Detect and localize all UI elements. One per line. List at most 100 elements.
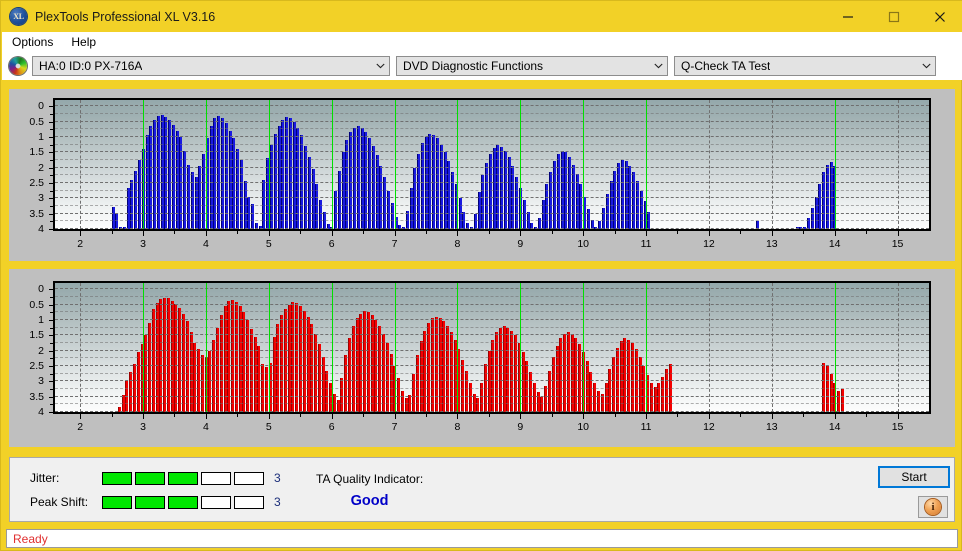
start-button[interactable]: Start (878, 466, 950, 488)
chart-marker-line (143, 283, 145, 412)
chart-bar (129, 372, 133, 412)
chart-bar (485, 162, 489, 229)
chart-bar (251, 204, 255, 229)
chart-bar (253, 336, 257, 412)
x-axis-tick (143, 414, 145, 419)
chart-marker-line (268, 283, 270, 412)
x-axis-tick-label: 15 (891, 421, 904, 433)
close-icon[interactable] (917, 1, 962, 32)
chart-bar (144, 335, 148, 412)
grid-line-horizontal-minor (55, 204, 929, 206)
y-axis-tick-label: 4 (38, 406, 44, 418)
x-axis-tick-label: 5 (265, 421, 272, 433)
x-axis-tick-minor (677, 414, 679, 417)
x-axis-tick (268, 231, 270, 236)
x-axis-tick-minor (237, 231, 239, 234)
meter-segment (201, 471, 231, 485)
chart-bar (491, 339, 495, 412)
chart-bar (579, 184, 583, 229)
drive-select[interactable]: HA:0 ID:0 PX-716A (32, 56, 390, 76)
grid-line-horizontal (55, 212, 929, 214)
grid-line-horizontal-minor (55, 128, 929, 130)
jitter-meter-row: Jitter: 3 (30, 471, 281, 485)
chart-marker-line (331, 283, 333, 412)
x-axis-tick (143, 231, 145, 236)
chart-bar (417, 153, 421, 229)
function-select-value: DVD Diagnostic Functions (403, 59, 544, 73)
grid-line-horizontal-minor (55, 372, 929, 374)
x-axis-tick-minor (174, 414, 176, 417)
chart-bar (364, 132, 368, 229)
chart-bar (443, 152, 447, 229)
chart-bar (215, 327, 219, 412)
chart-bar (514, 335, 517, 412)
meter-segment (135, 471, 165, 485)
grid-line-horizontal (55, 364, 929, 366)
chart-bar (202, 153, 206, 229)
x-axis-tick (331, 231, 333, 236)
chart-bar (602, 207, 606, 229)
grid-line-horizontal (55, 303, 929, 305)
peak-shift-meter (102, 495, 267, 509)
jitter-chart-bars (55, 100, 929, 229)
info-icon: i (925, 499, 941, 515)
meter-segment (234, 471, 264, 485)
x-axis-tick (80, 231, 82, 236)
chart-bar (325, 370, 329, 412)
chart-bar (420, 143, 424, 229)
chart-bar (627, 339, 631, 412)
chart-bar (193, 342, 197, 412)
y-axis-tick-label: 2 (38, 344, 44, 357)
maximize-icon[interactable] (871, 1, 917, 32)
x-axis-tick (771, 414, 773, 419)
chart-bar (126, 187, 130, 229)
x-axis-tick-minor (111, 231, 113, 234)
menu-item-help[interactable]: Help (63, 33, 104, 51)
x-axis-tick-label: 14 (828, 238, 841, 250)
x-axis-tick (583, 414, 585, 419)
chart-bar (378, 326, 382, 412)
minimize-icon[interactable] (825, 1, 871, 32)
menu-item-options[interactable]: Options (4, 33, 61, 51)
grid-line-horizontal-minor (55, 143, 929, 145)
x-axis-tick-minor (740, 414, 742, 417)
grid-line-horizontal-minor (55, 357, 929, 359)
grid-line-horizontal (55, 181, 929, 183)
chart-bar (307, 156, 311, 229)
grid-line-horizontal-minor (55, 341, 929, 343)
chart-bar (608, 369, 612, 412)
x-axis-tick-label: 3 (140, 238, 146, 250)
chart-bar (212, 339, 216, 412)
chart-marker-line (331, 100, 333, 229)
y-axis-tick-label: 0.5 (29, 115, 44, 128)
chart-bar (453, 339, 457, 412)
chart-bar (840, 388, 844, 412)
test-select[interactable]: Q-Check TA Test (674, 56, 936, 76)
grid-line-horizontal-minor (55, 387, 929, 389)
x-axis-tick-label: 8 (454, 238, 461, 250)
x-axis-tick-minor (300, 231, 302, 234)
x-axis-tick-label: 14 (828, 421, 841, 433)
x-axis-tick-minor (677, 231, 679, 234)
meter-segment (201, 495, 231, 509)
info-button[interactable]: i (918, 496, 948, 518)
jitter-chart-panel: 4 3.5 3 2.5 2 1.5 1 0.5 0 2 3 4 5 6 7 8 9 10 11 12 13 14 15 (9, 89, 955, 261)
optical-disc-icon (9, 57, 27, 75)
function-select[interactable]: DVD Diagnostic Functions (396, 56, 668, 76)
grid-line-vertical (80, 283, 82, 412)
application-window: XL PlexTools Professional XL V3.16 Optio… (0, 0, 962, 551)
x-axis-tick (80, 414, 82, 419)
chart-bar (345, 139, 349, 229)
chart-bar (556, 153, 560, 229)
x-axis-tick-label: 11 (640, 421, 652, 433)
chart-bar (272, 336, 276, 412)
meter-segment (168, 495, 198, 509)
grid-line-vertical (80, 100, 82, 229)
chart-marker-line (646, 283, 648, 412)
x-axis-tick-label: 10 (577, 421, 590, 433)
results-panel: Jitter: 3 Peak Shift: 3 TA Quality Indic… (9, 457, 955, 522)
chevron-down-icon (650, 63, 667, 69)
x-axis-tick (708, 231, 710, 236)
grid-line-horizontal (55, 288, 929, 290)
chart-marker-line (583, 283, 585, 412)
